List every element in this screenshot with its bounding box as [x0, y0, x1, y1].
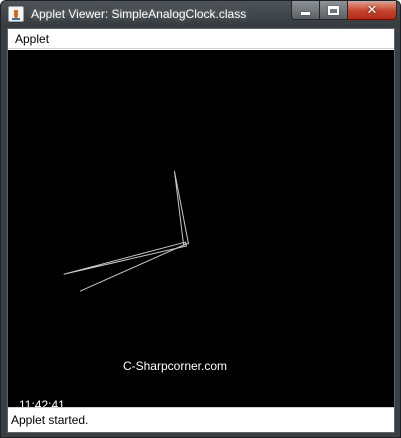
- second-hand: [79, 243, 187, 292]
- site-label: C-Sharpcorner.com: [122, 359, 228, 373]
- clock-face: [63, 170, 190, 292]
- minimize-icon: [301, 11, 310, 15]
- minute-hand: [63, 241, 188, 275]
- clock-hands: [63, 170, 190, 292]
- close-button[interactable]: ✕: [347, 1, 397, 20]
- applet-canvas[interactable]: C-Sharpcorner.com 11:42:41: [8, 50, 394, 407]
- applet-viewer-window: Applet Viewer: SimpleAnalogClock.class ✕…: [0, 0, 401, 438]
- window-controls: ✕: [291, 1, 397, 20]
- status-text: Applet started.: [11, 413, 89, 427]
- viewer-content: Applet C-Sharpcorner.com 11:42:41 Applet…: [7, 28, 395, 433]
- maximize-button[interactable]: [319, 1, 347, 20]
- title-bar[interactable]: Applet Viewer: SimpleAnalogClock.class ✕: [1, 1, 400, 27]
- close-icon: ✕: [366, 2, 378, 18]
- status-bar: Applet started.: [8, 407, 394, 432]
- minimize-button[interactable]: [291, 1, 319, 20]
- java-app-icon[interactable]: [8, 6, 24, 22]
- menu-bar: Applet: [8, 29, 394, 49]
- menu-applet[interactable]: Applet: [10, 31, 54, 47]
- maximize-icon: [328, 5, 339, 15]
- hour-hand: [173, 170, 190, 245]
- digital-time: 11:42:41: [19, 398, 65, 407]
- window-title: Applet Viewer: SimpleAnalogClock.class: [31, 7, 247, 21]
